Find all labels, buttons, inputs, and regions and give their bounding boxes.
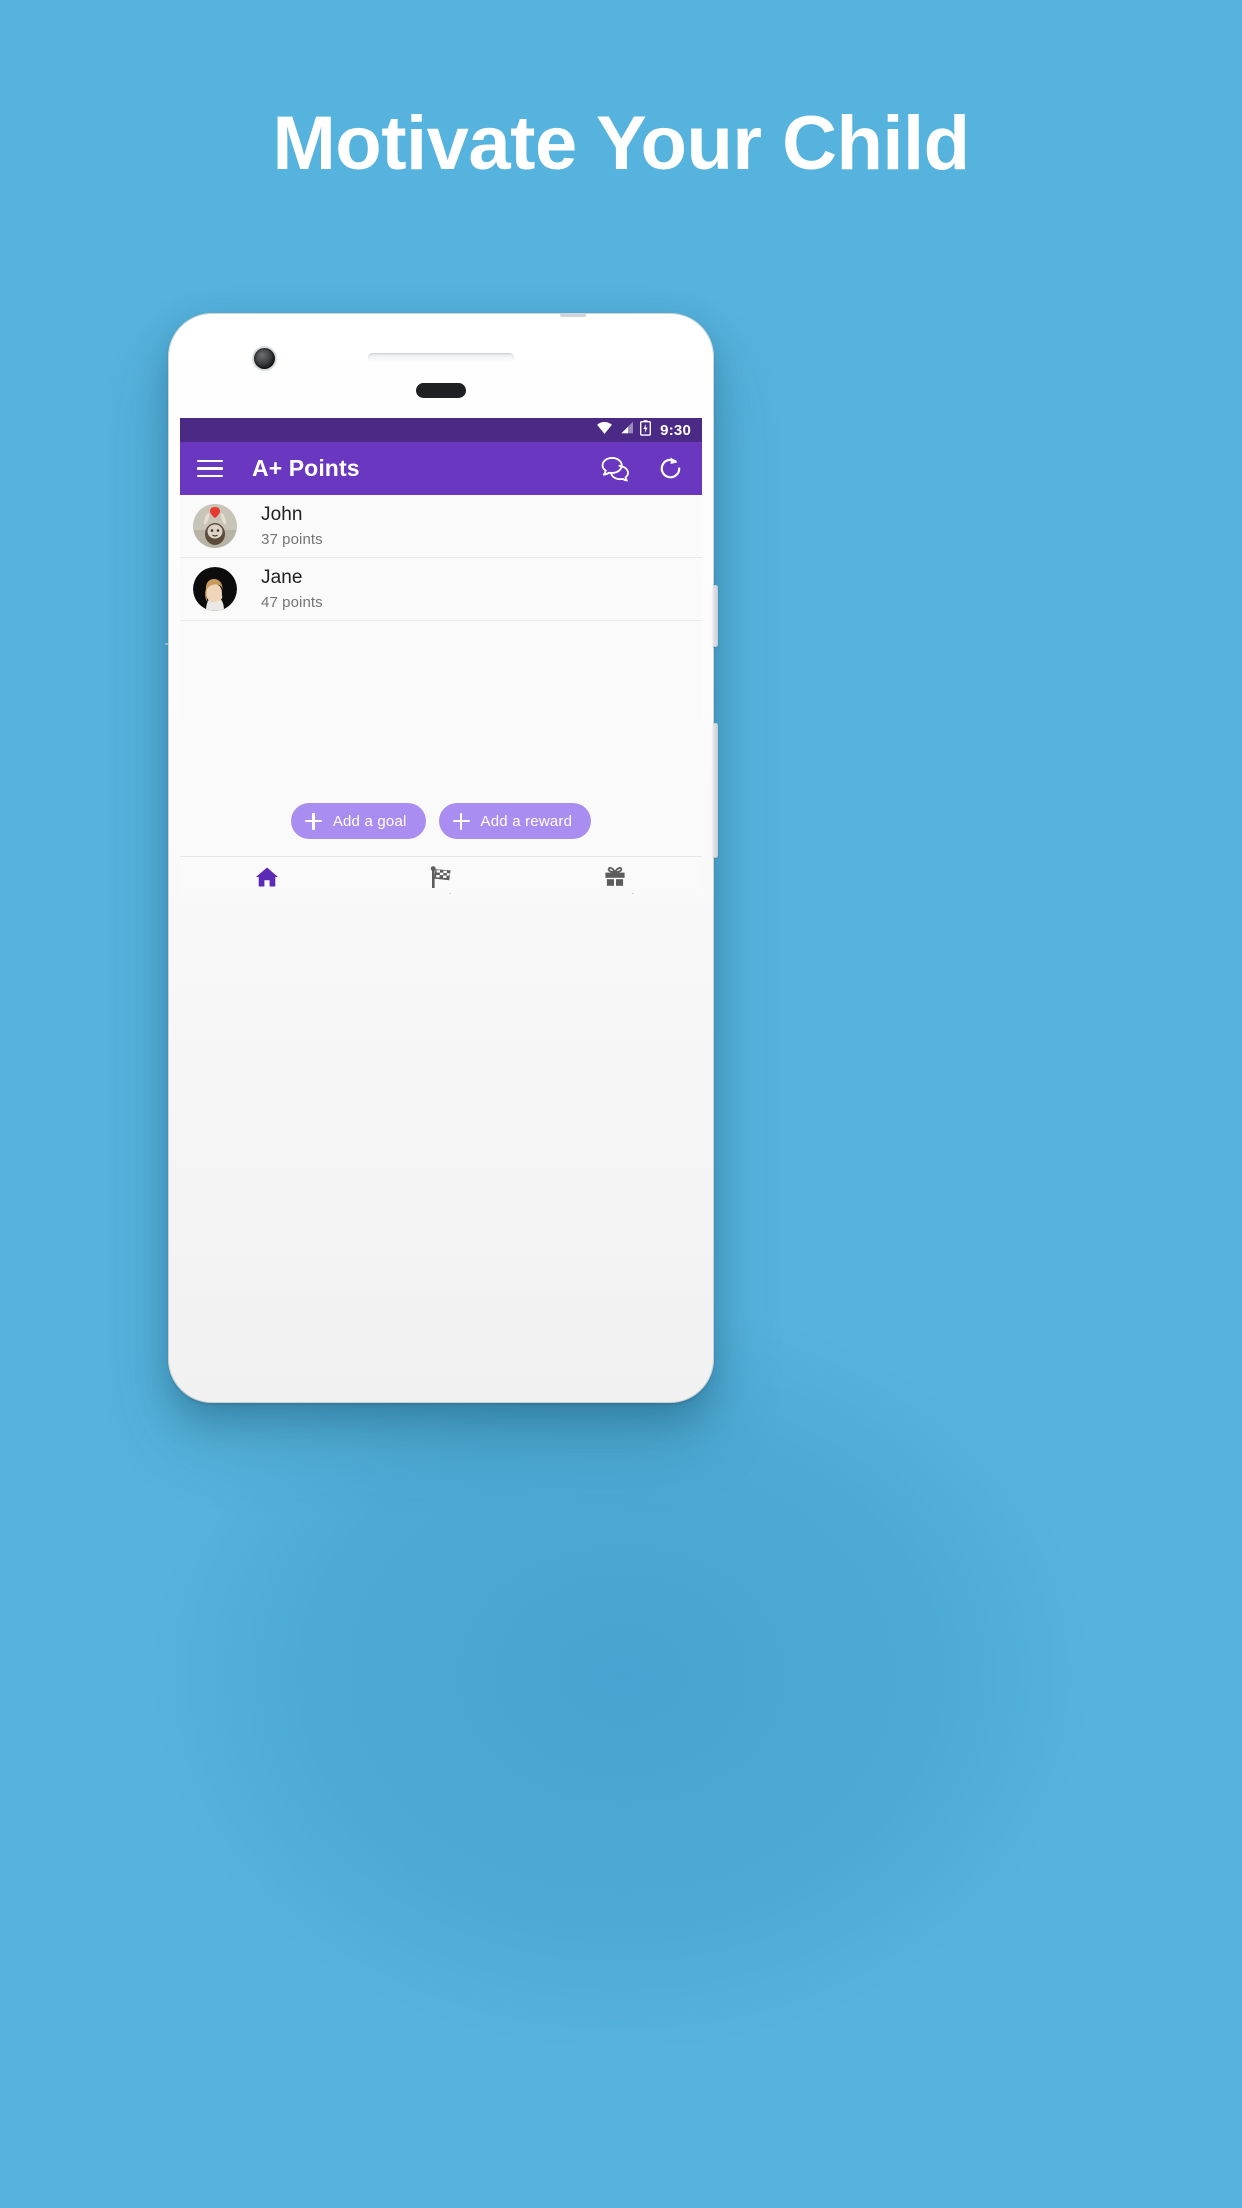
plus-icon — [304, 812, 322, 830]
promo-poster: Motivate Your Child 9:30 A+ Points John … — [0, 0, 1242, 2208]
person-points: 47 points — [261, 593, 323, 611]
menu-line — [197, 467, 223, 470]
status-bar: 9:30 — [180, 418, 702, 442]
nav-label-rewards: Rewards — [589, 892, 641, 894]
list-item[interactable]: Jane 47 points — [180, 558, 702, 621]
person-text: Jane 47 points — [261, 567, 323, 611]
refresh-icon[interactable] — [656, 454, 685, 483]
john-avatar-image — [193, 504, 237, 548]
chat-bubbles-icon[interactable] — [601, 454, 630, 483]
nav-item-rewards[interactable]: Rewards — [528, 857, 702, 894]
add-goal-label: Add a goal — [332, 812, 407, 830]
person-text: John 37 points — [261, 504, 323, 548]
front-speaker-grille-icon — [416, 383, 466, 398]
jane-avatar-image — [193, 567, 237, 611]
gift-icon — [603, 865, 627, 889]
volume-button[interactable] — [713, 723, 718, 858]
app-bar-actions — [601, 454, 685, 483]
menu-line — [197, 474, 223, 478]
left-edge-detail — [165, 643, 169, 645]
add-reward-label: Add a reward — [480, 812, 573, 830]
app-bar: A+ Points — [180, 442, 702, 495]
front-camera-icon — [254, 348, 275, 369]
wifi-icon — [596, 421, 613, 439]
avatar — [193, 504, 237, 548]
status-time: 9:30 — [660, 421, 691, 439]
app-title: A+ Points — [252, 455, 360, 481]
nav-label-goals: Goals — [424, 892, 458, 894]
status-icons: 9:30 — [596, 419, 691, 441]
add-reward-button[interactable]: Add a reward — [438, 803, 592, 839]
battery-charging-icon — [640, 419, 652, 441]
action-buttons: Add a goal Add a reward — [180, 803, 702, 856]
hamburger-menu-icon[interactable] — [197, 456, 223, 482]
person-name: Jane — [261, 566, 303, 588]
people-list: John 37 points Jane 47 points — [180, 495, 702, 621]
person-name: John — [261, 503, 303, 525]
phone-mockup: 9:30 A+ Points John 37 points Jane 47 po… — [165, 313, 718, 1403]
person-points: 37 points — [261, 530, 323, 548]
nav-item-goals[interactable]: Goals — [354, 857, 528, 894]
nav-label-home: Home — [249, 892, 284, 894]
power-button[interactable] — [713, 585, 718, 647]
avatar — [193, 567, 237, 611]
checkered-flag-icon — [429, 865, 453, 889]
home-icon — [255, 865, 279, 889]
list-item[interactable]: John 37 points — [180, 495, 702, 558]
antenna-line — [560, 313, 586, 317]
bottom-navigation: Home — [180, 856, 702, 894]
main-content: John 37 points Jane 47 points Add a goal… — [180, 495, 702, 856]
page-title: Motivate Your Child — [272, 101, 970, 186]
plus-icon — [452, 812, 470, 830]
earpiece-speaker-icon — [368, 353, 514, 362]
menu-line — [197, 459, 223, 463]
phone-screen: 9:30 A+ Points John 37 points Jane 47 po… — [180, 418, 702, 894]
nav-item-home[interactable]: Home — [180, 857, 354, 894]
add-goal-button[interactable]: Add a goal — [290, 803, 426, 839]
cellular-signal-icon — [619, 421, 634, 439]
